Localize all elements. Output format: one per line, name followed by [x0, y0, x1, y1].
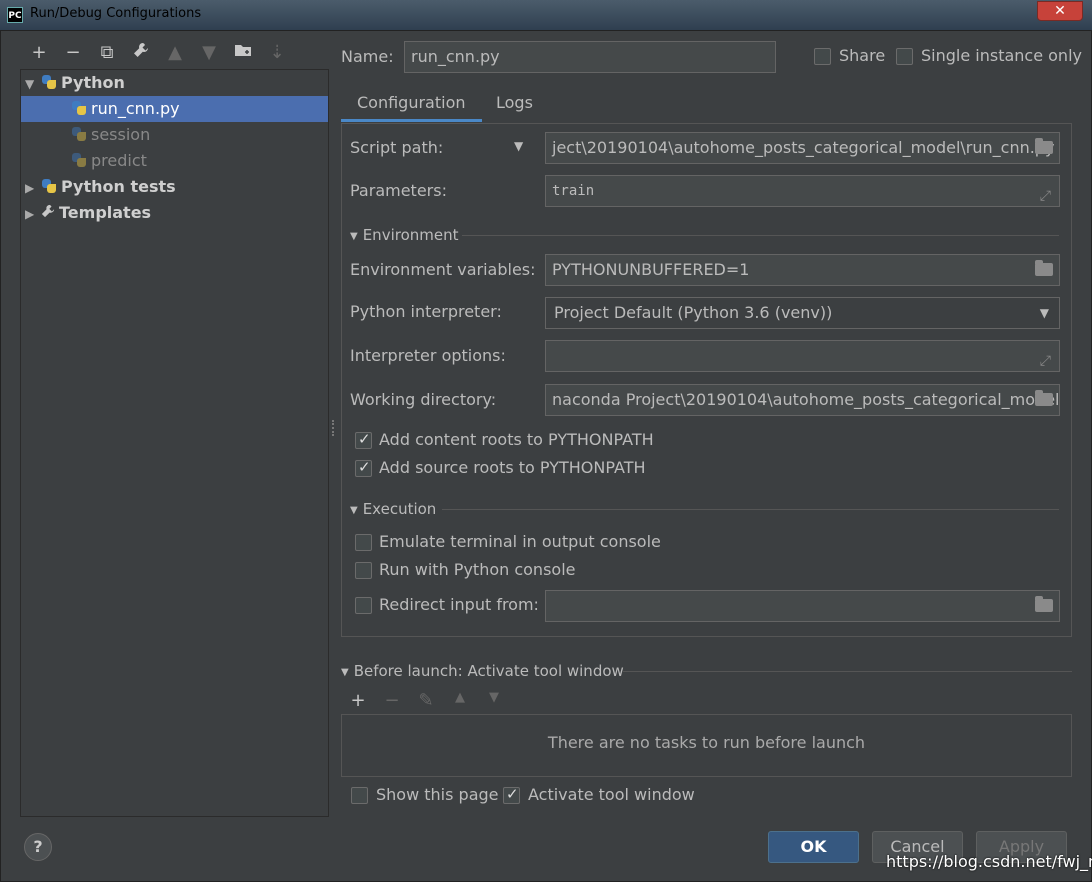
redirect-input-label: Redirect input from:	[379, 595, 539, 614]
chevron-down-icon: ▼	[1039, 306, 1049, 320]
edit-task-icon[interactable]: ✎	[409, 690, 443, 714]
activate-tool-window-label: Activate tool window	[528, 785, 695, 804]
expand-icon[interactable]: ⤢	[1040, 346, 1051, 371]
tree-item-session[interactable]: session	[21, 122, 328, 148]
move-task-up-icon[interactable]: ▲	[443, 690, 477, 714]
help-button[interactable]: ?	[24, 833, 52, 861]
window-title: Run/Debug Configurations	[30, 6, 202, 21]
expand-icon[interactable]: ⤢	[1040, 181, 1051, 206]
name-label: Name:	[341, 47, 394, 66]
collapsed-arrow-icon[interactable]: ▶	[25, 201, 41, 227]
emulate-terminal-checkbox[interactable]	[355, 534, 372, 551]
configurations-tree[interactable]: ▼ Python run_cnn.py session predict ▶ Pyth…	[20, 69, 329, 817]
divider	[462, 235, 1059, 236]
tree-node-templates[interactable]: ▶ Templates	[25, 200, 329, 226]
source-roots-label: Add source roots to PYTHONPATH	[379, 458, 646, 477]
copy-icon[interactable]: ⧉	[90, 38, 124, 68]
before-launch-header[interactable]: ▼ Before launch: Activate tool window	[341, 662, 624, 680]
python-icon	[71, 100, 87, 116]
sort-icon[interactable]: ⇣	[260, 38, 294, 68]
before-launch-task-list[interactable]: There are no tasks to run before launch	[341, 714, 1072, 777]
content-roots-label: Add content roots to PYTHONPATH	[379, 430, 654, 449]
parameters-label: Parameters:	[350, 181, 447, 200]
parameters-input[interactable]: train ⤢	[545, 175, 1060, 207]
share-checkbox[interactable]	[814, 48, 831, 65]
move-up-icon[interactable]: ▲	[158, 38, 192, 68]
panel-splitter[interactable]	[332, 420, 336, 436]
tree-item-run-cnn[interactable]: run_cnn.py	[21, 96, 328, 122]
python-console-label: Run with Python console	[379, 560, 576, 579]
redirect-input-field[interactable]	[545, 590, 1060, 622]
activate-tool-window-checkbox[interactable]	[503, 785, 520, 804]
close-window-button[interactable]: ✕	[1037, 1, 1083, 21]
folder-add-icon[interactable]	[226, 38, 260, 68]
pycharm-app-icon: PC	[7, 7, 23, 23]
interp-options-label: Interpreter options:	[350, 346, 506, 365]
add-task-icon[interactable]: +	[341, 690, 375, 714]
folder-icon[interactable]	[1035, 138, 1053, 154]
move-task-down-icon[interactable]: ▼	[477, 690, 511, 714]
divider	[623, 671, 1072, 672]
script-path-dropdown-icon[interactable]: ▼	[514, 139, 523, 153]
python-icon	[71, 126, 87, 142]
emulate-terminal-label: Emulate terminal in output console	[379, 532, 661, 551]
working-dir-input[interactable]: naconda Project\20190104\autohome_posts_…	[545, 384, 1060, 416]
content-roots-checkbox[interactable]	[355, 430, 372, 449]
show-page-label: Show this page	[376, 785, 499, 804]
execution-section-header[interactable]: ▼ Execution	[350, 500, 436, 518]
single-instance-label: Single instance only	[921, 46, 1082, 65]
configurations-toolbar: + − ⧉ ▲ ▼ ⇣	[22, 38, 294, 68]
collapse-arrow-icon: ▼	[350, 231, 358, 242]
remove-task-icon[interactable]: −	[375, 690, 409, 714]
remove-icon[interactable]: −	[56, 38, 90, 68]
empty-tasks-text: There are no tasks to run before launch	[547, 733, 866, 752]
tab-configuration[interactable]: Configuration	[341, 88, 482, 122]
add-icon[interactable]: +	[22, 38, 56, 68]
script-path-input[interactable]: ject\20190104\autohome_posts_categorical…	[545, 132, 1060, 164]
python-icon	[41, 74, 57, 90]
wrench-icon	[41, 200, 59, 226]
env-vars-input[interactable]: PYTHONUNBUFFERED=1	[545, 254, 1060, 286]
show-page-checkbox[interactable]	[351, 787, 368, 804]
collapse-arrow-icon: ▼	[350, 505, 358, 516]
env-vars-label: Environment variables:	[350, 260, 536, 279]
collapse-arrow-icon: ▼	[341, 667, 349, 678]
share-label: Share	[839, 46, 886, 65]
expanded-arrow-icon[interactable]: ▼	[25, 71, 41, 97]
tree-node-python-tests[interactable]: ▶ Python tests	[25, 174, 329, 200]
collapsed-arrow-icon[interactable]: ▶	[25, 175, 41, 201]
tab-logs[interactable]: Logs	[480, 88, 549, 122]
move-down-icon[interactable]: ▼	[192, 38, 226, 68]
python-tests-icon	[41, 178, 57, 194]
tree-item-predict[interactable]: predict	[21, 148, 328, 174]
folder-icon[interactable]	[1035, 260, 1053, 276]
environment-section-header[interactable]: ▼ Environment	[350, 226, 458, 244]
title-bar: PC Run/Debug Configurations ✕	[0, 0, 1092, 30]
interpreter-select[interactable]: Project Default (Python 3.6 (venv)) ▼	[545, 297, 1060, 329]
divider	[442, 509, 1059, 510]
tree-node-python[interactable]: ▼ Python	[25, 70, 329, 96]
ok-button[interactable]: OK	[768, 831, 859, 863]
python-icon	[71, 152, 87, 168]
single-instance-checkbox[interactable]	[896, 48, 913, 65]
watermark-text: https://blog.csdn.net/fwj_ntu	[886, 852, 1092, 871]
folder-icon[interactable]	[1035, 596, 1053, 612]
source-roots-checkbox[interactable]	[355, 458, 372, 477]
name-input[interactable]: run_cnn.py	[404, 41, 776, 73]
working-dir-label: Working directory:	[350, 390, 497, 409]
interp-options-input[interactable]: ⤢	[545, 340, 1060, 372]
wrench-icon[interactable]	[124, 38, 158, 68]
interpreter-label: Python interpreter:	[350, 302, 502, 321]
redirect-input-checkbox[interactable]	[355, 597, 372, 614]
python-console-checkbox[interactable]	[355, 562, 372, 579]
script-path-label: Script path:	[350, 138, 444, 157]
folder-icon[interactable]	[1035, 390, 1053, 406]
